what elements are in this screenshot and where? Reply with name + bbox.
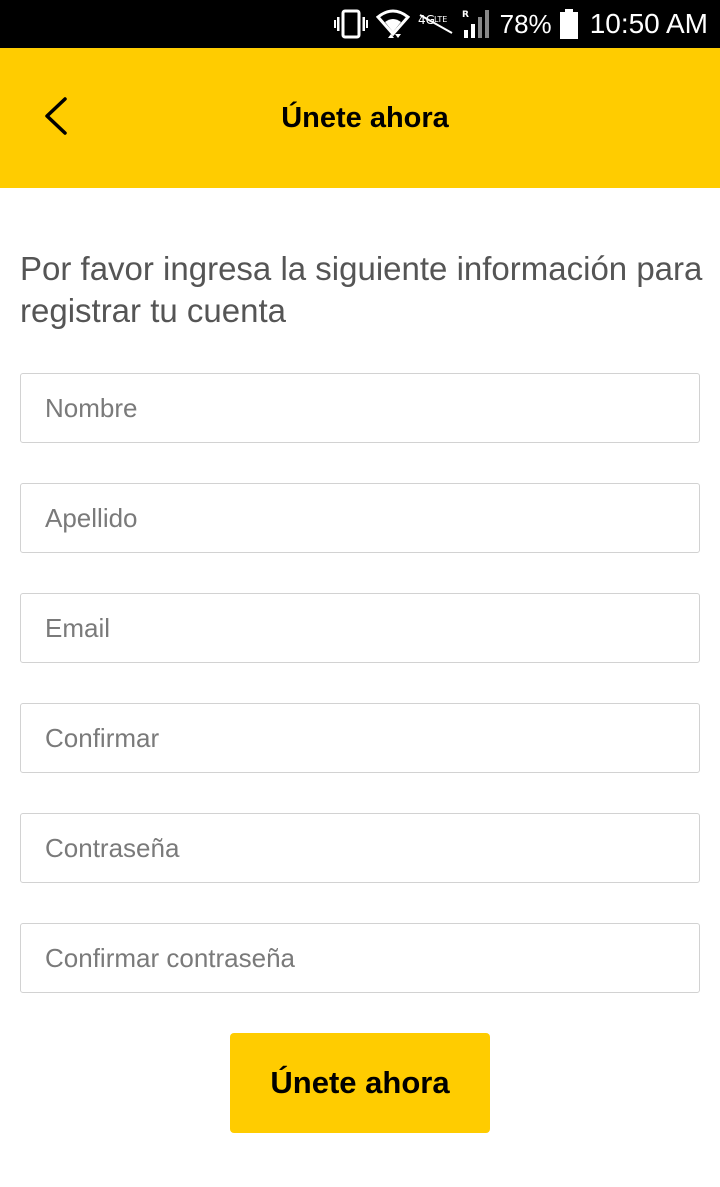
last-name-input[interactable] bbox=[21, 484, 699, 552]
confirm-password-input[interactable] bbox=[21, 924, 699, 992]
back-button[interactable] bbox=[24, 82, 88, 154]
signal-icon: R bbox=[462, 8, 492, 40]
email-field[interactable] bbox=[20, 593, 700, 663]
confirm-password-field[interactable] bbox=[20, 923, 700, 993]
first-name-field[interactable] bbox=[20, 373, 700, 443]
clock: 10:50 AM bbox=[589, 8, 708, 39]
last-name-field[interactable] bbox=[20, 483, 700, 553]
intro-text: Por favor ingresa la siguiente informaci… bbox=[20, 250, 703, 329]
battery-icon bbox=[559, 9, 578, 39]
status-bar: 4G LTE R 78% 10:50 AM bbox=[0, 0, 720, 48]
lte-icon: 4G LTE bbox=[418, 11, 454, 37]
wifi-icon bbox=[375, 8, 410, 40]
join-now-button[interactable]: Únete ahora bbox=[230, 1033, 490, 1133]
confirm-email-field[interactable] bbox=[20, 703, 700, 773]
password-field[interactable] bbox=[20, 813, 700, 883]
app-bar: Únete ahora bbox=[0, 48, 720, 188]
svg-text:R: R bbox=[462, 10, 469, 20]
chevron-left-icon bbox=[41, 96, 71, 141]
confirm-email-input[interactable] bbox=[21, 704, 699, 772]
svg-text:LTE: LTE bbox=[434, 15, 447, 24]
battery-percent: 78% bbox=[499, 9, 552, 39]
first-name-input[interactable] bbox=[21, 374, 699, 442]
page-title: Únete ahora bbox=[281, 102, 449, 134]
password-input[interactable] bbox=[21, 814, 699, 882]
vibrate-icon bbox=[333, 9, 368, 39]
email-input[interactable] bbox=[21, 594, 699, 662]
status-icons: 4G LTE R 78% 10:50 AM bbox=[333, 0, 708, 48]
